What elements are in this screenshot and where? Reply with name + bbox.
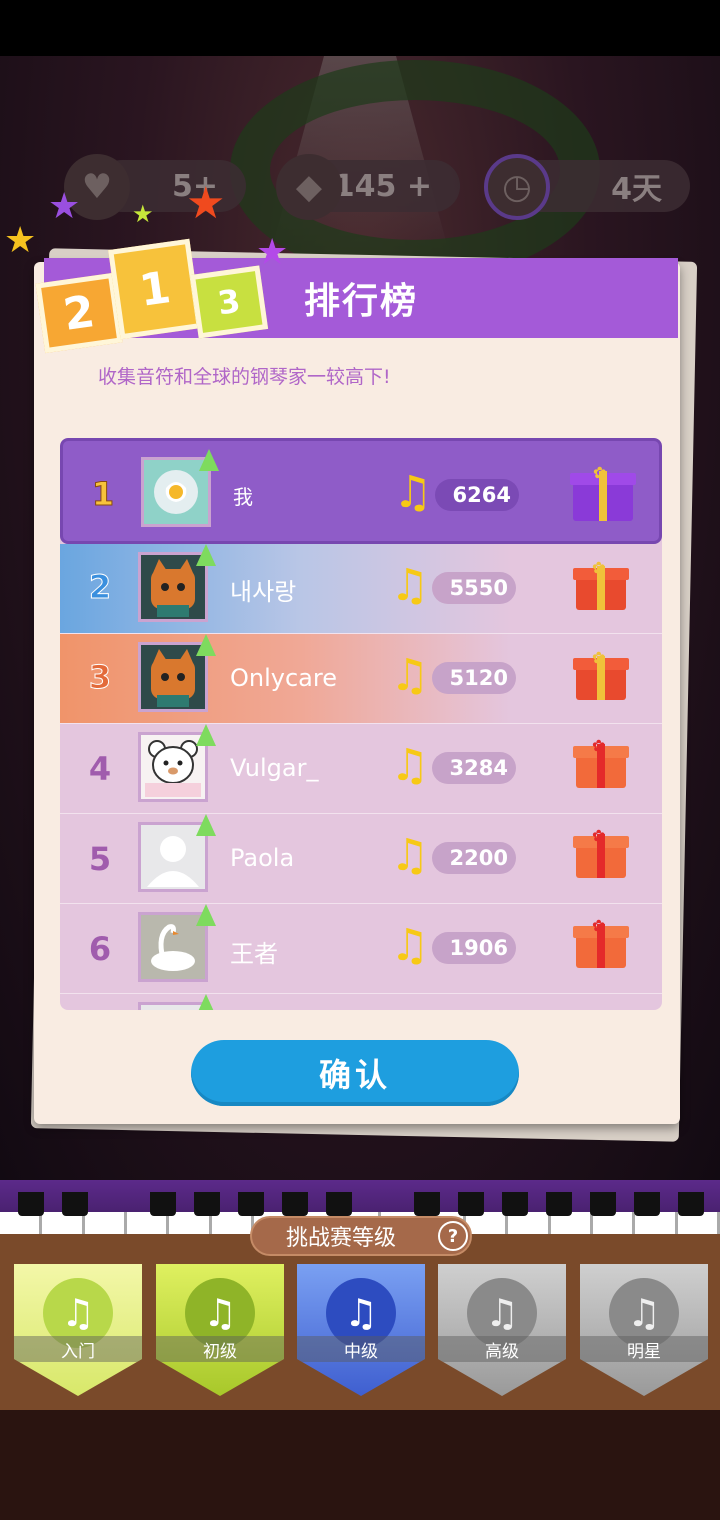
gift-icon[interactable]: ✿ [573,648,629,700]
player-score: 5550 [432,572,516,604]
level-label: 高级 [438,1336,566,1362]
gift-icon[interactable]: ✿ [573,826,629,878]
podium-3: 3 [189,265,269,339]
star-icon: ★ [132,200,154,228]
up-arrow-icon [196,724,216,746]
music-note-icon: ♫ [390,650,430,701]
player-score: 2200 [432,842,516,874]
player-name: 王者 [230,940,278,968]
up-arrow-icon [196,544,216,566]
music-note-icon: ♫ [390,830,430,881]
gift-icon[interactable]: ✿ [573,736,629,788]
star-icon: ★ [186,178,226,229]
help-icon[interactable]: ? [438,1221,468,1251]
level-label: 明星 [580,1336,708,1362]
table-row[interactable]: 2 내사랑 ♫ 5550 ✿ [60,544,662,634]
player-name: Onlycare [230,664,337,692]
table-row[interactable]: 5 Paola ♫ 2200 ✿ [60,814,662,904]
up-arrow-icon [196,814,216,836]
board-subtitle: 收集音符和全球的钢琴家一较高下! [98,366,391,388]
gems-value: 145 + [333,168,432,204]
player-name: Vulgar_ [230,754,319,782]
up-arrow-icon [196,634,216,656]
status-bar [0,0,720,56]
player-score: 3284 [432,752,516,784]
up-arrow-icon [196,904,216,926]
music-note-icon: ♫ [393,467,433,518]
player-score: 5120 [432,662,516,694]
music-note-icon: ♫ [390,560,430,611]
music-note-icon: ♫ [390,740,430,791]
leaderboard-list[interactable]: 2 내사랑 ♫ 5550 ✿ 3 Onlycare ♫ 5120 ✿ 4 Vul… [60,438,662,1010]
podium-1: 1 [108,238,202,340]
up-arrow-icon [196,994,216,1010]
star-icon: ★ [48,186,81,227]
podium-icon: 2 1 3 [35,230,276,354]
rank-number: 3 [88,658,112,697]
timer-value: 4天 [611,172,662,207]
rank-number: 5 [88,840,112,878]
level-label: 入门 [14,1336,142,1362]
table-row[interactable]: 3 Onlycare ♫ 5120 ✿ [60,634,662,724]
table-row[interactable]: 6 王者 ♫ 1906 ✿ [60,904,662,994]
music-note-icon: ♫ [390,920,430,971]
player-name: Paola [230,844,295,872]
rank-number: 6 [88,930,112,968]
table-row[interactable] [60,994,662,1010]
player-score: 1906 [432,932,516,964]
table-row[interactable]: 4 Vulgar_ ♫ 3284 ✿ [60,724,662,814]
gem-icon: ◆ [276,154,342,220]
star-icon: ★ [4,220,37,261]
rank-number: 1 [91,475,115,514]
rank-number: 4 [88,750,112,788]
table-row-me[interactable]: 1 我 ♫ 6264 ✿ [60,438,662,544]
gift-icon[interactable]: ✿ [570,463,636,521]
level-label: 初级 [156,1336,284,1362]
confirm-button[interactable]: 确认 [191,1040,519,1106]
player-name: 내사랑 [230,578,297,606]
gift-icon[interactable]: ✿ [573,916,629,968]
up-arrow-icon [199,449,219,471]
star-icon: ★ [256,232,289,273]
player-score: 6264 [435,479,519,511]
podium-2: 2 [35,272,123,354]
level-label: 中级 [297,1336,425,1362]
clock-icon: ◷ [484,154,550,220]
gift-icon[interactable]: ✿ [573,558,629,610]
level-panel-footer [0,1410,720,1520]
rank-number: 2 [88,568,112,607]
player-name: 我 [233,485,253,509]
